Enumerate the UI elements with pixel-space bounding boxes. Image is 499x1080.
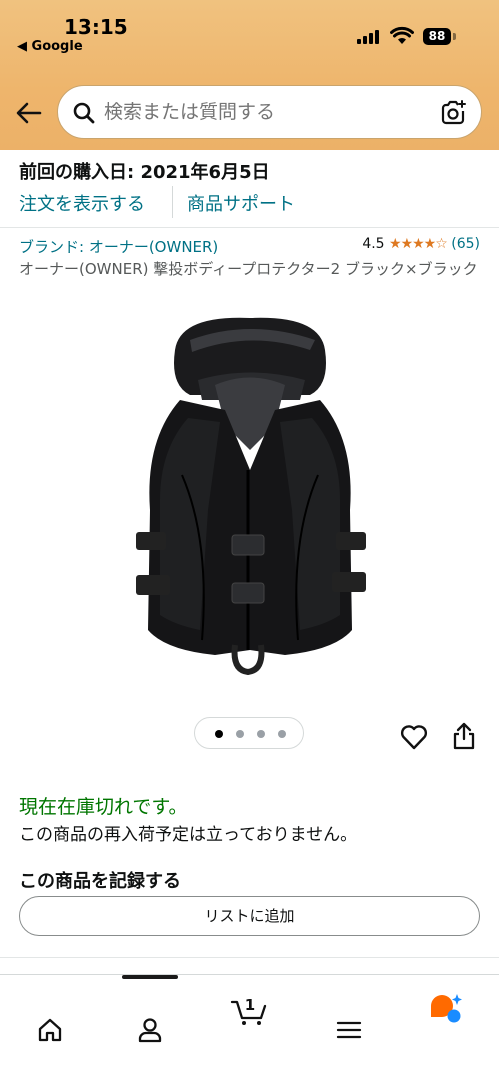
- battery-tip-icon: [453, 33, 456, 40]
- status-bar: 13:15 ◀ Google 88: [0, 0, 499, 60]
- carousel-dot[interactable]: [278, 730, 286, 738]
- carousel-dot[interactable]: [236, 730, 244, 738]
- battery-level: 88: [423, 28, 451, 45]
- last-purchase-date: 前回の購入日: 2021年6月5日: [19, 162, 270, 183]
- cart-count: 1: [245, 996, 255, 1014]
- cellular-signal-icon: [357, 30, 381, 44]
- cart-icon[interactable]: 1: [230, 990, 268, 1026]
- add-to-list-button[interactable]: リストに追加: [19, 896, 480, 936]
- star-rating-icon: ★★★★☆: [389, 236, 448, 252]
- review-count[interactable]: (65): [451, 236, 480, 252]
- rating-value: 4.5: [362, 236, 385, 252]
- search-icon: [73, 102, 95, 124]
- back-to-app-link[interactable]: ◀ Google: [17, 39, 83, 54]
- active-tab-indicator: [122, 975, 178, 979]
- rufus-ai-icon[interactable]: [428, 992, 464, 1024]
- section-divider: [0, 957, 499, 958]
- share-icon[interactable]: [452, 722, 476, 750]
- restock-note: この商品の再入荷予定は立っておりません。: [19, 825, 358, 845]
- carousel-dot[interactable]: [215, 730, 223, 738]
- status-time: 13:15: [64, 15, 128, 39]
- wifi-icon: [390, 26, 414, 44]
- product-title: オーナー(OWNER) 撃投ボディープロテクター2 ブラック×ブラック: [19, 260, 478, 278]
- view-order-link[interactable]: 注文を表示する: [19, 190, 145, 216]
- brand-link[interactable]: ブランド: オーナー(OWNER): [19, 236, 218, 257]
- search-input[interactable]: [104, 101, 424, 123]
- stock-status: 現在在庫切れです。: [19, 796, 188, 818]
- record-heading: この商品を記録する: [19, 871, 181, 892]
- menu-icon[interactable]: [336, 1016, 362, 1044]
- account-icon[interactable]: [136, 1016, 164, 1044]
- camera-lens-icon[interactable]: [439, 99, 467, 127]
- rating-summary[interactable]: 4.5 ★★★★☆ (65): [362, 236, 480, 252]
- image-carousel-indicator[interactable]: [194, 717, 304, 749]
- back-arrow-icon[interactable]: [14, 98, 44, 128]
- link-divider: [172, 186, 173, 218]
- heart-icon[interactable]: [400, 724, 428, 750]
- search-bar[interactable]: [57, 85, 482, 139]
- home-icon[interactable]: [36, 1016, 64, 1044]
- carousel-dot[interactable]: [257, 730, 265, 738]
- product-image[interactable]: [120, 310, 380, 690]
- section-divider: [0, 227, 499, 228]
- product-support-link[interactable]: 商品サポート: [187, 190, 295, 216]
